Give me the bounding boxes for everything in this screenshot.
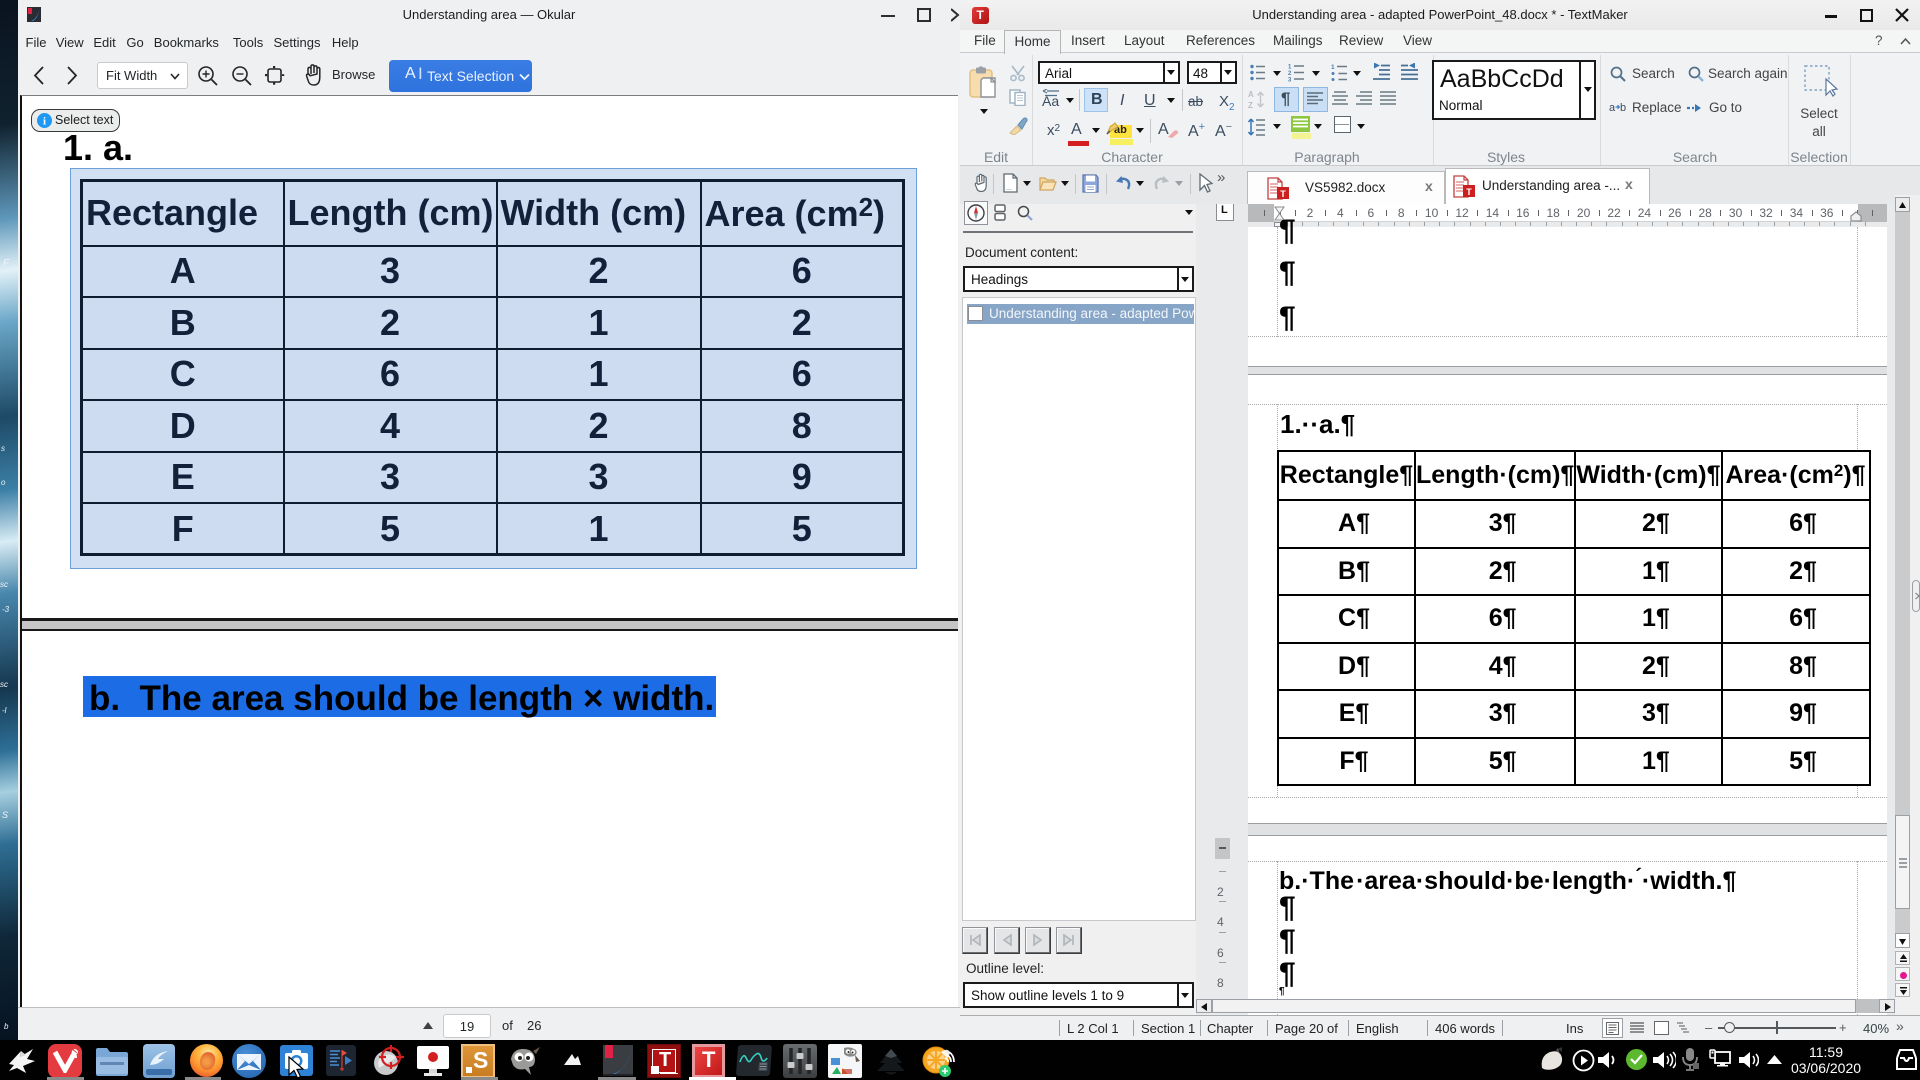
svg-text:...: ... <box>1006 185 1012 192</box>
svg-text:i: i <box>43 115 46 127</box>
svg-text:1: 1 <box>1288 65 1292 71</box>
svg-text:Z: Z <box>1248 101 1253 110</box>
svg-text:A: A <box>1248 90 1254 99</box>
svg-text:b: b <box>1620 102 1626 114</box>
svg-text:T: T <box>1466 187 1472 197</box>
svg-text:3: 3 <box>1288 78 1292 83</box>
svg-text:2: 2 <box>1288 71 1292 77</box>
svg-text:a: a <box>1609 102 1616 114</box>
svg-text:T: T <box>1280 189 1286 199</box>
svg-text:1: 1 <box>1331 64 1335 71</box>
